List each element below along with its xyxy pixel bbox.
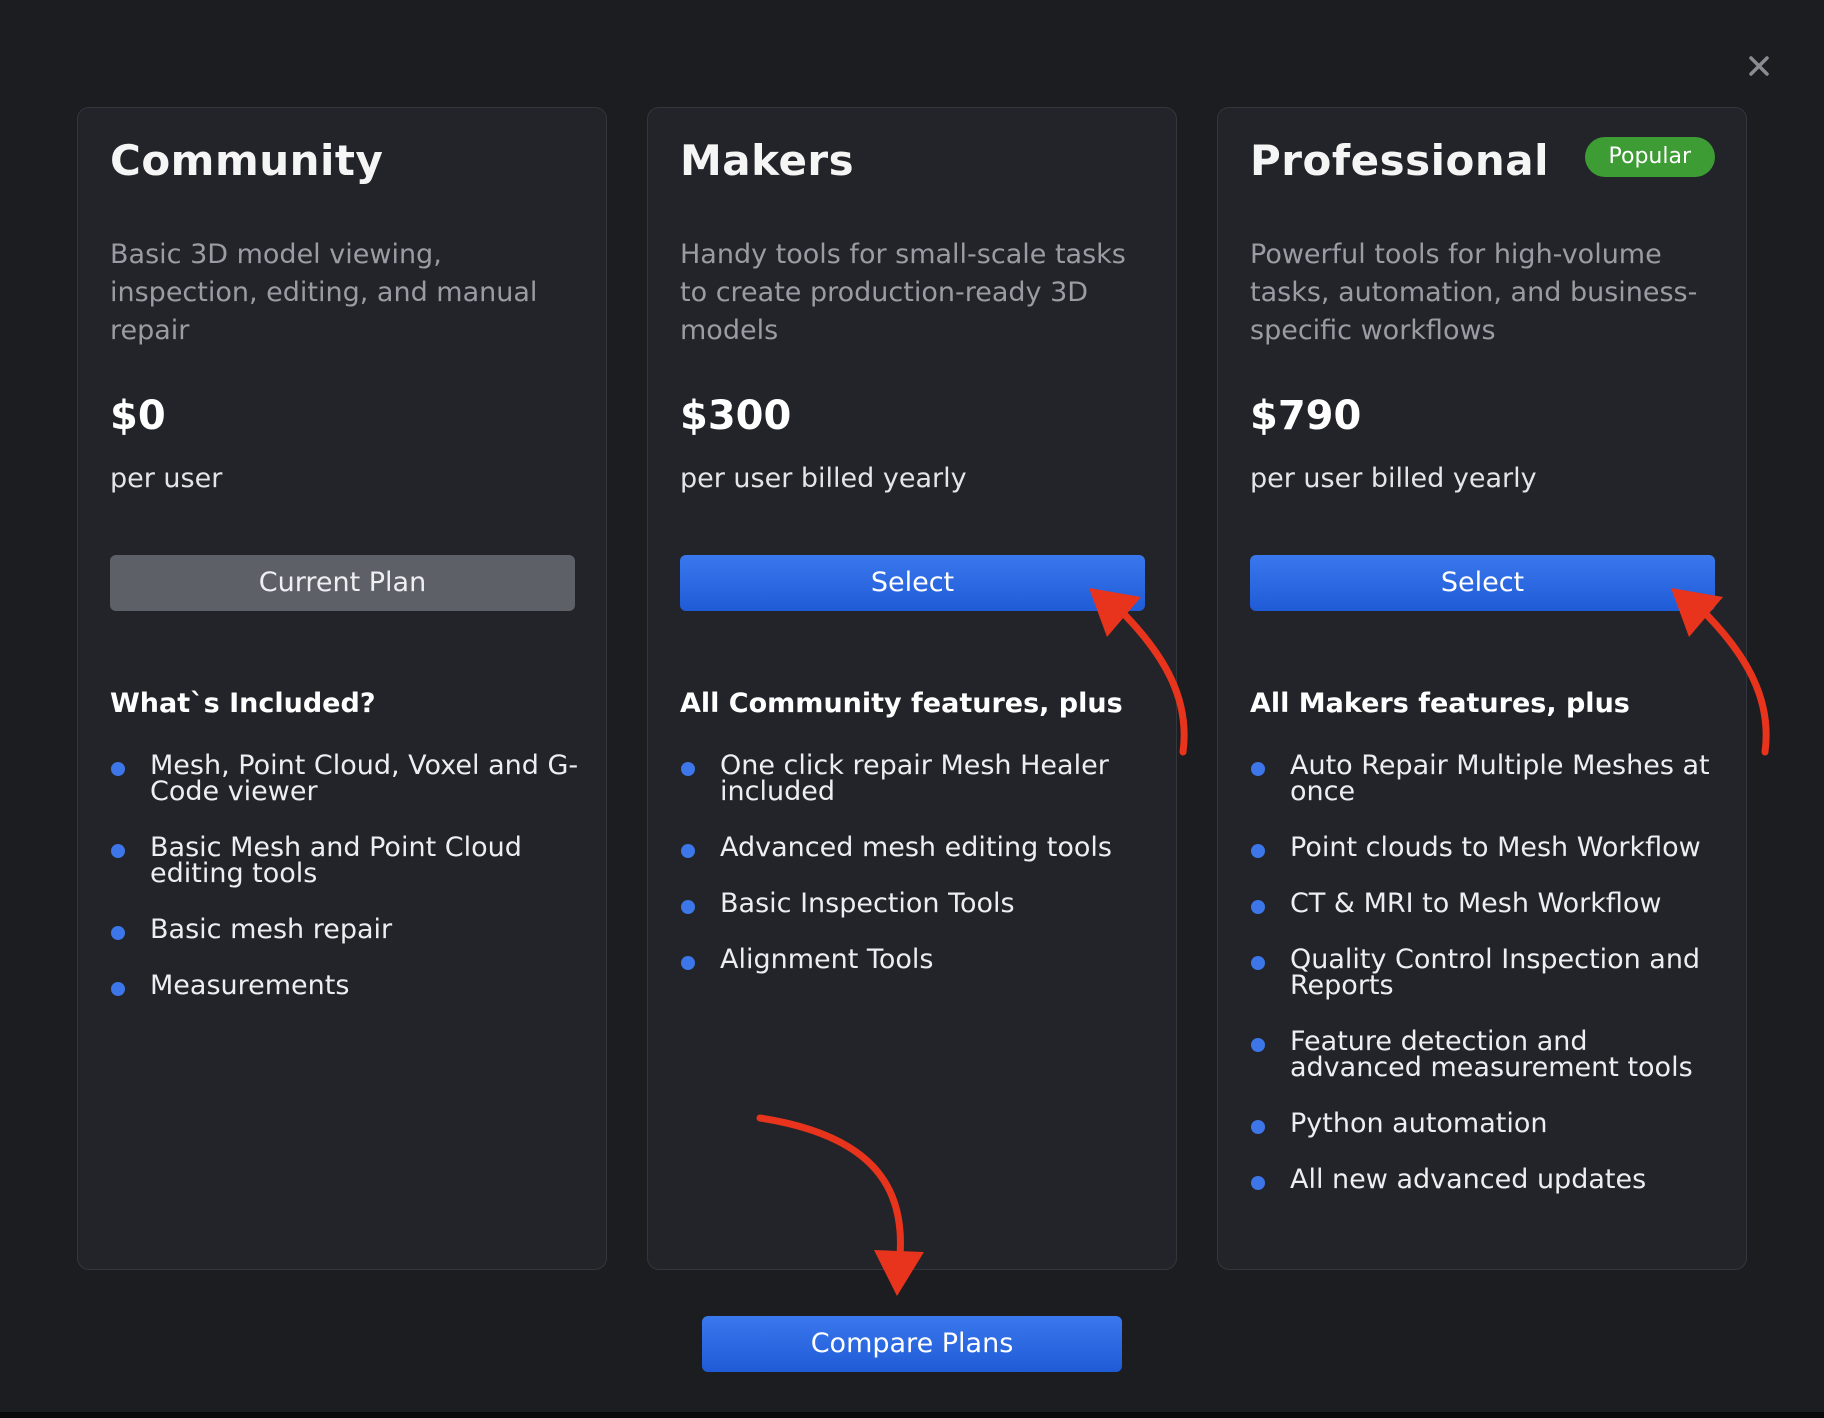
- plan-title: Professional: [1250, 136, 1549, 185]
- feature-item: Point clouds to Mesh Workflow: [1250, 832, 1720, 863]
- feature-item: Feature detection and advanced measureme…: [1250, 1026, 1720, 1083]
- bullet-icon: [111, 982, 125, 996]
- bullet-icon: [681, 762, 695, 776]
- feature-text: Auto Repair Multiple Meshes at once: [1290, 750, 1710, 807]
- bullet-icon: [1251, 956, 1265, 970]
- feature-text: Basic Inspection Tools: [720, 888, 1015, 919]
- bottom-edge: [0, 1412, 1824, 1418]
- close-icon: [1749, 56, 1769, 76]
- compare-plans-button[interactable]: Compare Plans: [702, 1316, 1122, 1372]
- feature-text: All new advanced updates: [1290, 1164, 1647, 1195]
- feature-text: Mesh, Point Cloud, Voxel and G-Code view…: [150, 750, 579, 807]
- feature-item: Basic Inspection Tools: [680, 888, 1150, 919]
- feature-text: CT & MRI to Mesh Workflow: [1290, 888, 1662, 919]
- plan-title: Makers: [680, 136, 855, 185]
- feature-item: All new advanced updates: [1250, 1164, 1720, 1195]
- plan-price: $0: [110, 393, 166, 439]
- feature-item: Python automation: [1250, 1108, 1720, 1139]
- close-button[interactable]: [1743, 50, 1775, 82]
- feature-item: Basic Mesh and Point Cloud editing tools: [110, 832, 580, 889]
- feature-text: Point clouds to Mesh Workflow: [1290, 832, 1701, 863]
- feature-list: Mesh, Point Cloud, Voxel and G-Code view…: [110, 750, 580, 1029]
- bullet-icon: [1251, 1176, 1265, 1190]
- feature-list: Auto Repair Multiple Meshes at once Poin…: [1250, 750, 1720, 1223]
- feature-item: Mesh, Point Cloud, Voxel and G-Code view…: [110, 750, 580, 807]
- features-heading: All Community features, plus: [680, 688, 1123, 719]
- feature-text: Basic mesh repair: [150, 914, 393, 945]
- plan-price: $790: [1250, 393, 1362, 439]
- current-plan-button[interactable]: Current Plan: [110, 555, 575, 611]
- bullet-icon: [1251, 844, 1265, 858]
- feature-item: Alignment Tools: [680, 944, 1150, 975]
- select-professional-button[interactable]: Select: [1250, 555, 1715, 611]
- plan-card-makers: Makers Handy tools for small-scale tasks…: [647, 107, 1177, 1270]
- popular-badge: Popular: [1584, 137, 1715, 177]
- feature-item: Basic mesh repair: [110, 914, 580, 945]
- feature-text: One click repair Mesh Healer included: [720, 750, 1109, 807]
- feature-item: One click repair Mesh Healer included: [680, 750, 1150, 807]
- feature-item: Auto Repair Multiple Meshes at once: [1250, 750, 1720, 807]
- feature-list: One click repair Mesh Healer included Ad…: [680, 750, 1150, 1003]
- feature-text: Alignment Tools: [720, 944, 934, 975]
- plan-title: Community: [110, 136, 384, 185]
- pricing-modal: Community Basic 3D model viewing, inspec…: [0, 0, 1824, 1418]
- bullet-icon: [111, 926, 125, 940]
- feature-text: Feature detection and advanced measureme…: [1290, 1026, 1693, 1083]
- feature-text: Measurements: [150, 970, 350, 1001]
- feature-item: CT & MRI to Mesh Workflow: [1250, 888, 1720, 919]
- plan-description: Handy tools for small-scale tasks to cre…: [680, 239, 1126, 346]
- plan-billing-period: per user: [110, 463, 223, 494]
- bullet-icon: [1251, 1038, 1265, 1052]
- features-heading: What`s Included?: [110, 688, 376, 719]
- feature-text: Python automation: [1290, 1108, 1548, 1139]
- bullet-icon: [1251, 1120, 1265, 1134]
- bullet-icon: [111, 762, 125, 776]
- bullet-icon: [1251, 900, 1265, 914]
- plan-billing-period: per user billed yearly: [1250, 463, 1537, 494]
- select-makers-button[interactable]: Select: [680, 555, 1145, 611]
- plan-description: Basic 3D model viewing, inspection, edit…: [110, 239, 538, 346]
- feature-item: Measurements: [110, 970, 580, 1001]
- plan-price: $300: [680, 393, 792, 439]
- bullet-icon: [1251, 762, 1265, 776]
- plan-billing-period: per user billed yearly: [680, 463, 967, 494]
- feature-text: Basic Mesh and Point Cloud editing tools: [150, 832, 522, 889]
- bullet-icon: [681, 956, 695, 970]
- bullet-icon: [111, 844, 125, 858]
- bullet-icon: [681, 900, 695, 914]
- feature-item: Quality Control Inspection and Reports: [1250, 944, 1720, 1001]
- feature-text: Quality Control Inspection and Reports: [1290, 944, 1701, 1001]
- bullet-icon: [681, 844, 695, 858]
- plan-card-community: Community Basic 3D model viewing, inspec…: [77, 107, 607, 1270]
- feature-text: Advanced mesh editing tools: [720, 832, 1112, 863]
- features-heading: All Makers features, plus: [1250, 688, 1630, 719]
- plan-card-professional: Professional Popular Powerful tools for …: [1217, 107, 1747, 1270]
- plan-description: Powerful tools for high-volume tasks, au…: [1250, 239, 1698, 346]
- feature-item: Advanced mesh editing tools: [680, 832, 1150, 863]
